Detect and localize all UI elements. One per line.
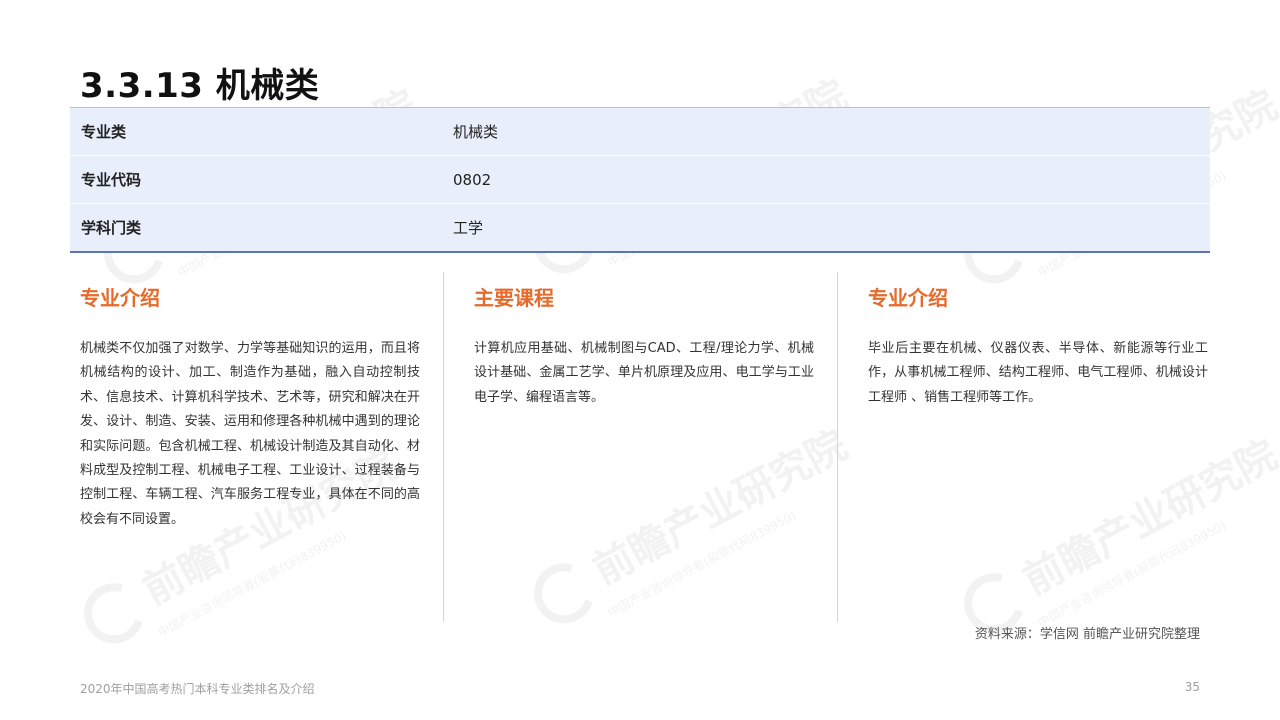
info-label: 学科门类 [81, 219, 142, 237]
column-text: 计算机应用基础、机械制图与CAD、工程/理论力学、机械设计基础、金属工艺学、单片… [474, 341, 814, 405]
page-number: 35 [1184, 680, 1200, 694]
page-title: 3.3.13 机械类 [80, 66, 320, 106]
source-note: 资料来源：学信网 前瞻产业研究院整理 [974, 627, 1200, 642]
watermark-logo-icon [73, 572, 155, 654]
column-heading: 主要课程 [474, 286, 554, 310]
watermark-logo-icon [523, 552, 605, 634]
column-text: 机械类不仅加强了对数学、力学等基础知识的运用，而且将机械结构的设计、加工、制造作… [80, 341, 420, 527]
footer-title: 2020年中国高考热门本科专业类排名及介绍 [80, 682, 315, 696]
column-text: 毕业后主要在机械、仪器仪表、半导体、新能源等行业工作，从事机械工程师、结构工程师… [868, 341, 1208, 405]
column-courses: 主要课程 计算机应用基础、机械制图与CAD、工程/理论力学、机械设计基础、金属工… [474, 282, 814, 410]
info-label: 专业代码 [81, 171, 142, 189]
info-label: 专业类 [81, 123, 127, 141]
watermark: 前瞻产业研究院 中国产业咨询领导者(股票代码839950) [521, 413, 867, 649]
info-value: 机械类 [453, 123, 499, 141]
info-table: 专业类 机械类 专业代码 0802 学科门类 工学 [70, 107, 1210, 253]
info-row-discipline: 学科门类 工学 [70, 204, 1210, 251]
info-value: 0802 [453, 170, 492, 189]
column-introduction: 专业介绍 机械类不仅加强了对数学、力学等基础知识的运用，而且将机械结构的设计、加… [80, 282, 420, 532]
info-value: 工学 [453, 219, 484, 237]
column-heading: 专业介绍 [868, 286, 948, 310]
column-divider [837, 272, 838, 622]
column-careers: 专业介绍 毕业后主要在机械、仪器仪表、半导体、新能源等行业工作，从事机械工程师、… [868, 282, 1208, 410]
column-divider [443, 272, 444, 622]
column-heading: 专业介绍 [80, 286, 160, 310]
info-row-code: 专业代码 0802 [70, 156, 1210, 204]
info-row-category: 专业类 机械类 [70, 108, 1210, 156]
